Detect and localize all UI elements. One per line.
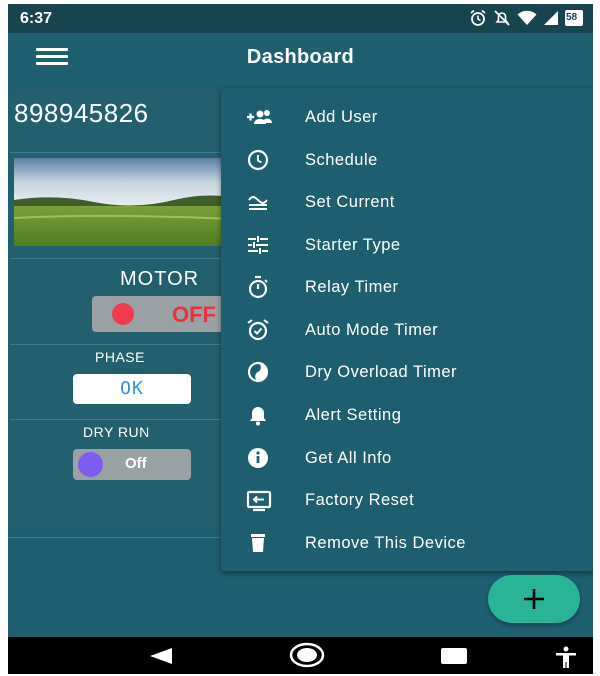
app-bar: Dashboard <box>8 33 593 85</box>
info-icon <box>245 445 271 471</box>
trash-icon <box>245 530 271 556</box>
status-bar: 6:37 58 <box>8 4 593 33</box>
navigation-bar <box>8 637 593 674</box>
menu-item-label: Set Current <box>305 193 395 211</box>
add-user-icon <box>245 104 272 130</box>
motor-toggle[interactable]: OFF <box>92 296 242 332</box>
menu-item-set-current[interactable]: Set Current <box>221 181 593 223</box>
wifi-icon <box>517 10 537 26</box>
current-icon <box>245 189 271 215</box>
alarm-icon <box>469 9 487 27</box>
menu-item-label: Factory Reset <box>305 491 415 509</box>
menu-item-starter-type[interactable]: Starter Type <box>221 224 593 266</box>
home-icon[interactable] <box>289 642 325 673</box>
menu-item-label: Add User <box>305 108 378 126</box>
menu-item-auto-mode-timer[interactable]: Auto Mode Timer <box>221 309 593 351</box>
accessibility-icon[interactable] <box>555 646 577 673</box>
phone-screen: 6:37 58 Dashboard 898945826 MOTOR OFF PH… <box>8 4 593 674</box>
dry-run-toggle[interactable]: Off <box>73 449 191 480</box>
sliders-icon <box>245 232 271 258</box>
factory-reset-icon <box>245 487 272 513</box>
dry-run-indicator <box>78 452 103 477</box>
clock-icon <box>245 147 271 173</box>
menu-item-label: Starter Type <box>305 236 401 254</box>
phase-status: OK <box>73 374 191 404</box>
menu-item-label: Auto Mode Timer <box>305 321 439 339</box>
signal-icon <box>543 10 559 26</box>
menu-item-remove-device[interactable]: Remove This Device <box>221 522 593 564</box>
dry-run-label: DRY RUN <box>83 424 150 440</box>
mute-icon <box>493 9 511 27</box>
alarm-clock-icon <box>245 317 271 343</box>
menu-item-dry-overload-timer[interactable]: Dry Overload Timer <box>221 351 593 393</box>
menu-item-label: Dry Overload Timer <box>305 363 458 381</box>
device-id: 898945826 <box>14 98 149 128</box>
menu-item-get-all-info[interactable]: Get All Info <box>221 437 593 479</box>
motor-indicator <box>112 303 134 325</box>
add-device-button[interactable] <box>488 575 580 623</box>
recents-icon[interactable] <box>441 648 467 669</box>
status-icons: 58 <box>469 9 583 27</box>
phase-label: PHASE <box>95 349 145 365</box>
menu-item-factory-reset[interactable]: Factory Reset <box>221 479 593 521</box>
page-title: Dashboard <box>246 46 355 68</box>
battery-icon: 58 <box>565 10 583 26</box>
bell-icon <box>245 402 271 428</box>
menu-item-label: Schedule <box>305 151 378 169</box>
menu-item-alert-setting[interactable]: Alert Setting <box>221 394 593 436</box>
menu-item-label: Get All Info <box>305 449 392 467</box>
battery-text: 58 <box>566 12 578 23</box>
menu-item-add-user[interactable]: Add User <box>221 96 593 138</box>
menu-item-label: Alert Setting <box>305 406 402 424</box>
menu-item-label: Relay Timer <box>305 278 399 296</box>
status-time: 6:37 <box>20 10 53 27</box>
motor-label: MOTOR <box>120 268 200 290</box>
overflow-menu: Add User Schedule Set Current Starter Ty… <box>221 88 593 571</box>
timer-icon <box>245 274 271 300</box>
menu-item-schedule[interactable]: Schedule <box>221 139 593 181</box>
dry-run-state: Off <box>125 455 147 472</box>
dry-overload-icon <box>245 359 271 385</box>
motor-state: OFF <box>172 302 216 327</box>
menu-item-relay-timer[interactable]: Relay Timer <box>221 266 593 308</box>
menu-item-label: Remove This Device <box>305 534 466 552</box>
back-icon[interactable] <box>150 648 172 669</box>
